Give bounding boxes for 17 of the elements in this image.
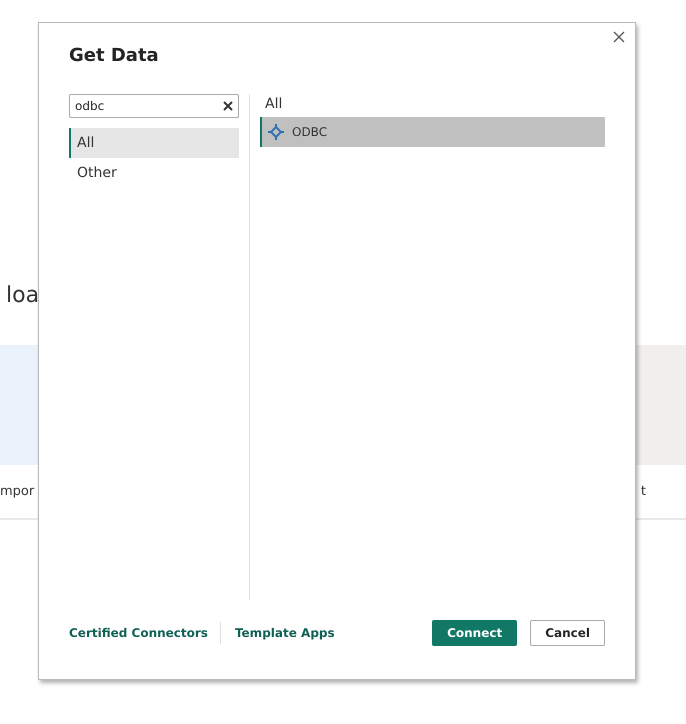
search-field[interactable]: odbc	[69, 94, 239, 118]
clear-icon[interactable]	[223, 101, 233, 111]
footer-link[interactable]: Template Apps	[234, 626, 335, 640]
connector-label: ODBC	[292, 125, 328, 139]
category-item[interactable]: All	[69, 128, 239, 158]
category-item[interactable]: Other	[69, 158, 239, 188]
tile-caption: t	[640, 484, 646, 501]
tile-caption: mpor	[0, 484, 34, 501]
connector-icon	[268, 124, 284, 140]
dialog-title: Get Data	[69, 44, 159, 68]
footer-link[interactable]: Certified Connectors	[69, 626, 208, 640]
page-heading: loa	[5, 282, 40, 310]
results-heading: All	[264, 95, 282, 114]
close-icon[interactable]	[613, 31, 625, 43]
cancel-button[interactable]: Cancel	[530, 620, 605, 646]
connect-button[interactable]: Connect	[432, 620, 518, 646]
connector-item[interactable]: ODBC	[260, 117, 605, 147]
